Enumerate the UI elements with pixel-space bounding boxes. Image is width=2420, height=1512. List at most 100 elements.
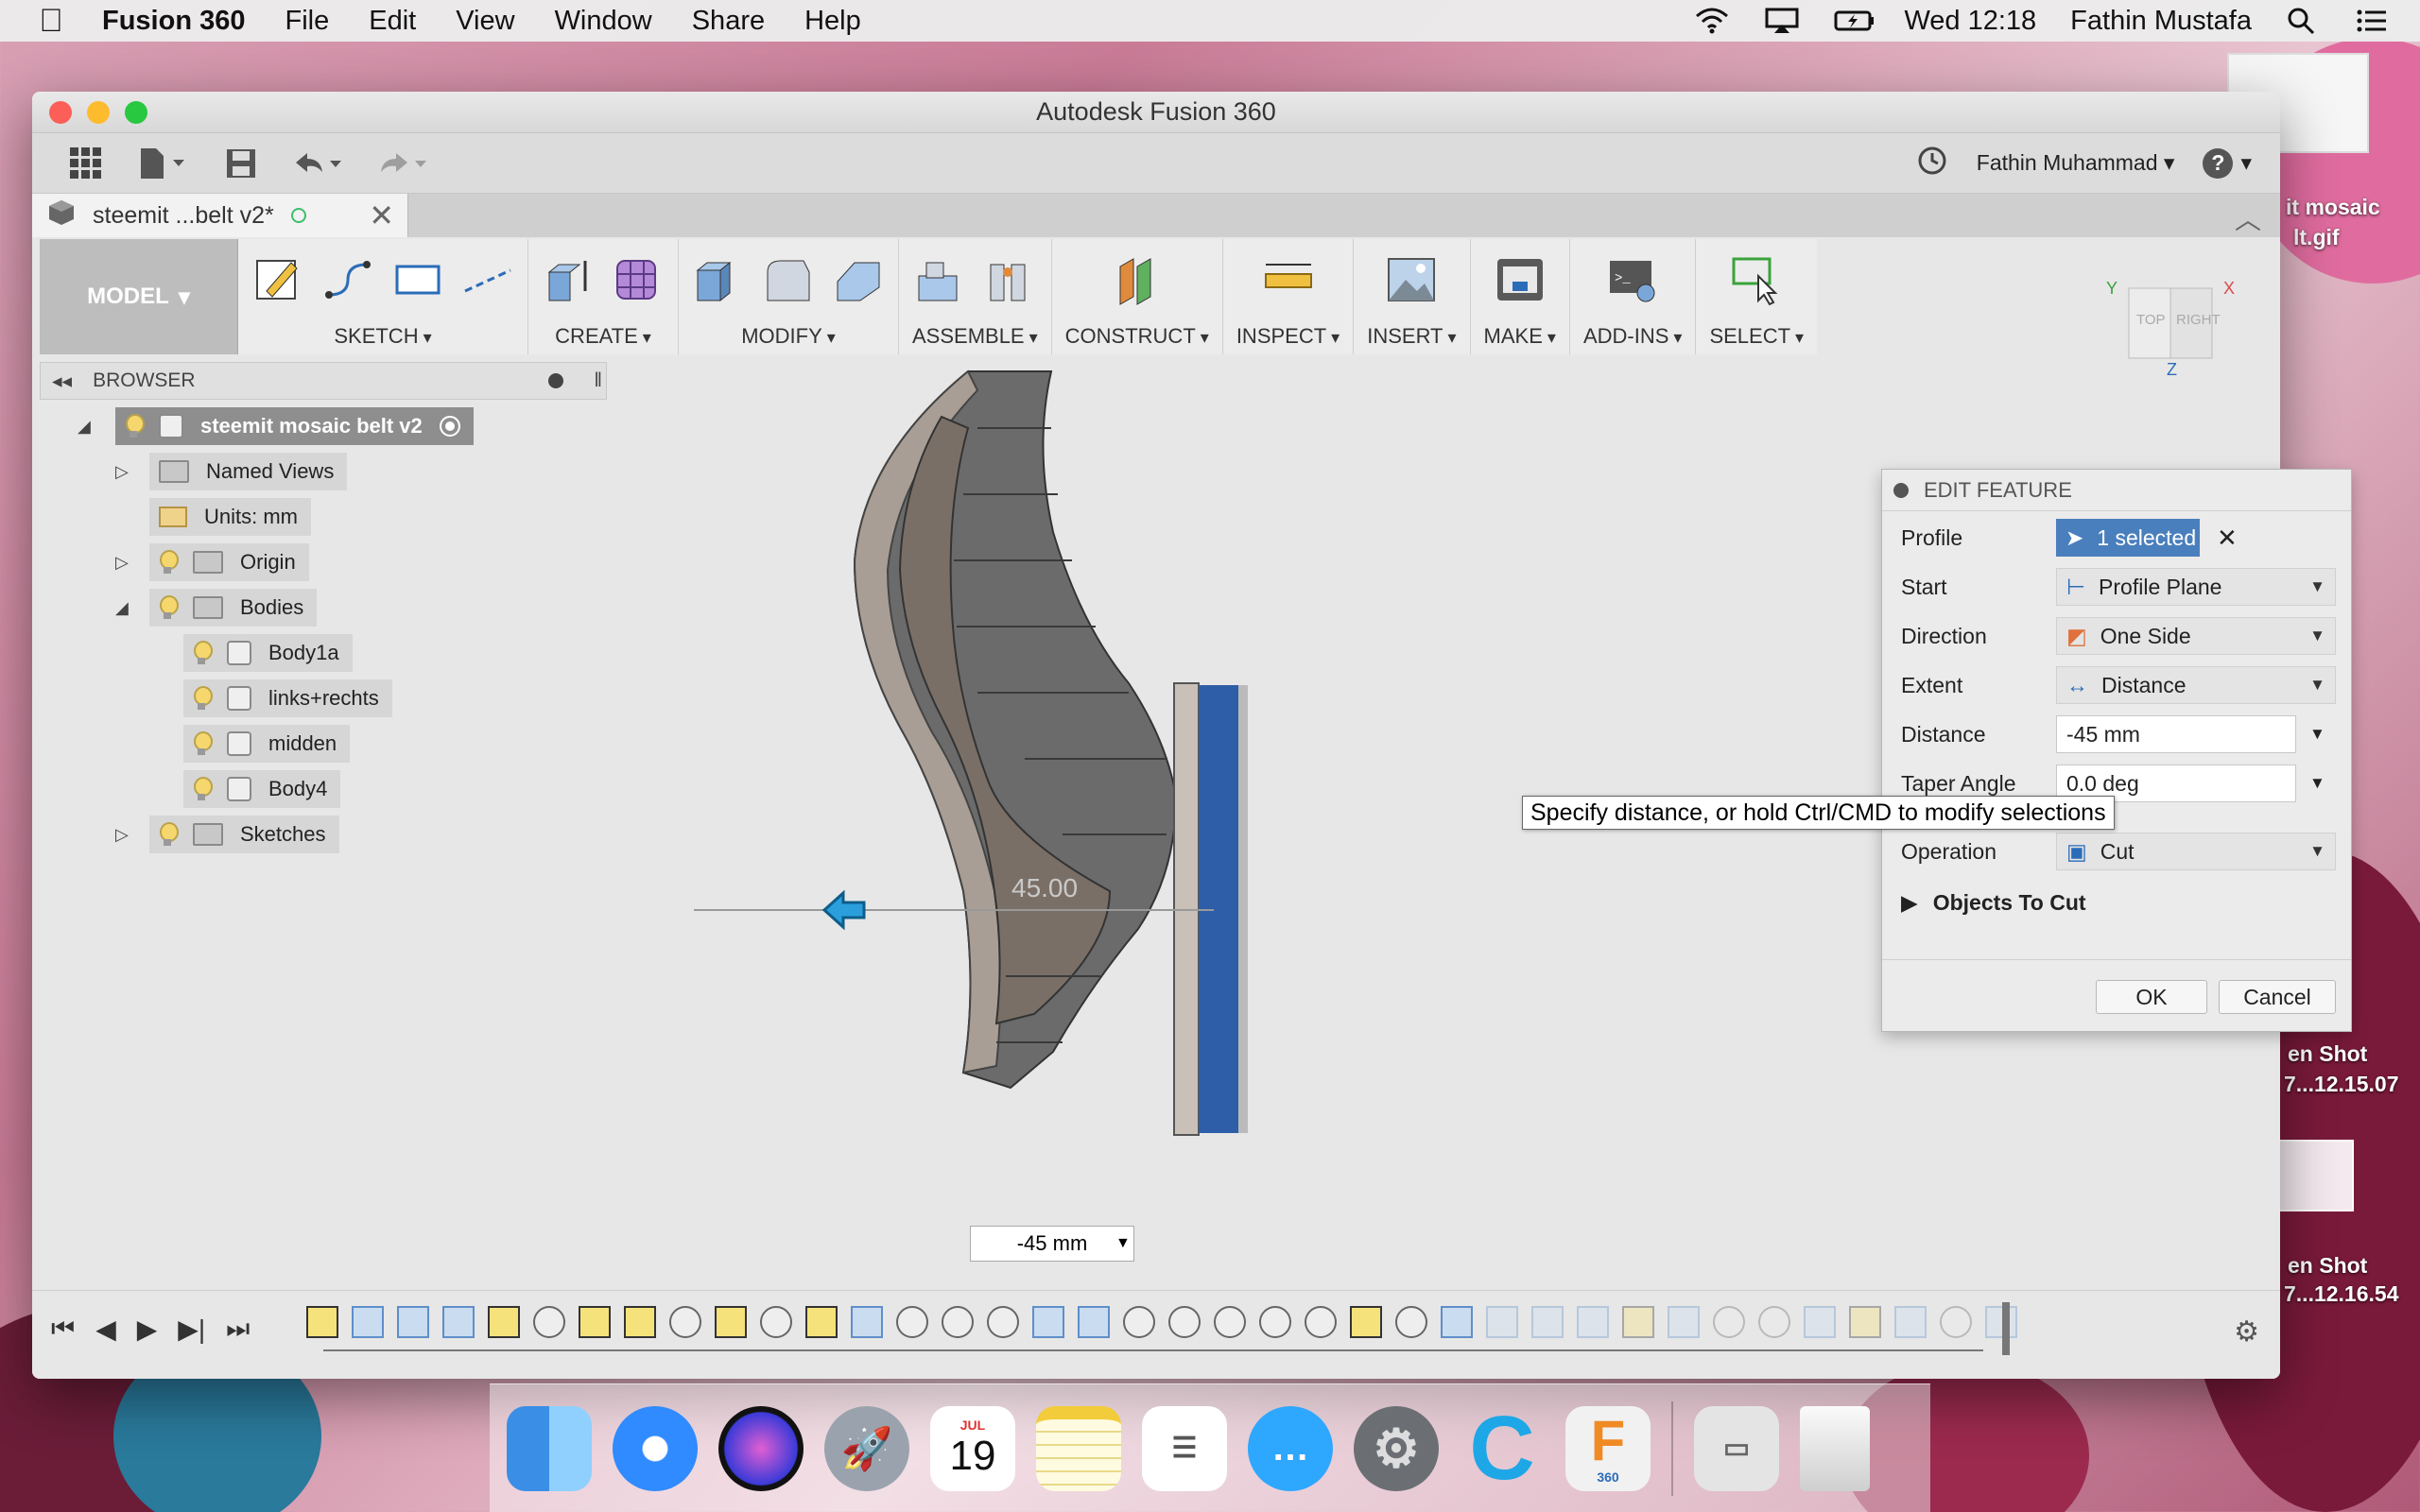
data-panel-grid-icon[interactable] xyxy=(51,140,121,187)
window-maximize-button[interactable] xyxy=(125,100,147,124)
browser-header[interactable]: ◂◂ BROWSER ‖ xyxy=(40,362,607,400)
timeline-move-feature[interactable] xyxy=(987,1306,1019,1338)
desktop-file-thumbnail[interactable] xyxy=(2278,1140,2354,1211)
reminders-icon[interactable]: ☰ xyxy=(1142,1405,1227,1491)
tree-node-body[interactable]: links+rechts xyxy=(183,679,392,717)
timeline-extrude-feature[interactable] xyxy=(1078,1306,1110,1338)
timeline-sketch-feature[interactable] xyxy=(306,1306,338,1338)
messages-icon[interactable]: … xyxy=(1248,1405,1333,1491)
menubar-app-name[interactable]: Fusion 360 xyxy=(102,6,246,37)
expander-expanded-icon[interactable]: ◢ xyxy=(115,598,129,618)
wifi-icon[interactable] xyxy=(1694,7,1730,35)
collapse-chevron-icon[interactable]: ︿ xyxy=(2235,199,2261,237)
calendar-icon[interactable]: JUL 19 xyxy=(930,1405,1015,1491)
timeline-suppressed-feature[interactable] xyxy=(1804,1306,1836,1338)
timeline-move-feature[interactable] xyxy=(1214,1306,1246,1338)
timeline-extrude-feature[interactable] xyxy=(442,1306,475,1338)
job-status-clock-icon[interactable] xyxy=(1916,145,1948,182)
select-menu[interactable]: SELECT xyxy=(1709,324,1804,349)
timeline-first-icon[interactable]: ⏮ xyxy=(51,1314,75,1345)
add-ins-menu[interactable]: ADD-INS xyxy=(1583,324,1683,349)
browser-resize-handle[interactable]: ‖ xyxy=(594,369,602,392)
spotlight-search-icon[interactable] xyxy=(2286,7,2322,35)
timeline-last-icon[interactable]: ⏭ xyxy=(226,1314,250,1345)
undo-icon[interactable] xyxy=(276,140,361,187)
desktop-file-label[interactable]: 7...12.16.54 xyxy=(2284,1281,2399,1307)
timeline-sketch-feature[interactable] xyxy=(1350,1306,1382,1338)
offset-plane-icon[interactable] xyxy=(1111,253,1164,306)
timeline-suppressed-feature[interactable] xyxy=(1713,1306,1745,1338)
apple-icon[interactable]:  xyxy=(0,3,102,40)
workspace-switcher[interactable]: MODEL ▾ xyxy=(40,239,238,354)
timeline-extrude-feature[interactable] xyxy=(1441,1306,1473,1338)
distance-field[interactable]: -45 mm xyxy=(2056,715,2296,753)
finder-icon[interactable] xyxy=(507,1405,592,1491)
help-icon[interactable]: ? ▾ xyxy=(2203,147,2252,179)
form-icon[interactable] xyxy=(612,253,665,306)
spline-icon[interactable] xyxy=(321,253,374,306)
timeline-sketch-feature[interactable] xyxy=(805,1306,838,1338)
timeline-suppressed-feature[interactable] xyxy=(1577,1306,1609,1338)
close-tab-icon[interactable]: ✕ xyxy=(369,198,394,233)
expander-collapsed-icon[interactable]: ▷ xyxy=(115,553,129,573)
direction-dropdown[interactable]: ◩ One Side xyxy=(2056,617,2336,655)
timeline-sketch-feature[interactable] xyxy=(715,1306,747,1338)
timeline-move-feature[interactable] xyxy=(1259,1306,1291,1338)
expander-collapsed-icon[interactable]: ▷ xyxy=(115,462,129,482)
timeline-extrude-feature[interactable] xyxy=(851,1306,883,1338)
timeline-move-feature[interactable] xyxy=(1305,1306,1337,1338)
menu-help[interactable]: Help xyxy=(804,6,861,37)
tree-node-bodies[interactable]: Bodies xyxy=(149,589,318,627)
timeline-move-feature[interactable] xyxy=(760,1306,792,1338)
timeline-suppressed-feature[interactable] xyxy=(1849,1306,1881,1338)
safari-icon[interactable] xyxy=(613,1405,698,1491)
insert-image-icon[interactable] xyxy=(1385,253,1438,306)
timeline-suppressed-feature[interactable] xyxy=(1668,1306,1700,1338)
modify-menu[interactable]: MODIFY xyxy=(741,324,836,349)
tree-node-body[interactable]: midden xyxy=(183,725,351,763)
timeline-sketch-feature[interactable] xyxy=(579,1306,611,1338)
activate-component-icon[interactable] xyxy=(439,416,460,437)
downloads-stack-icon[interactable]: ▭ xyxy=(1694,1405,1779,1491)
timeline-suppressed-feature[interactable] xyxy=(1985,1306,2017,1338)
menubar-clock[interactable]: Wed 12:18 xyxy=(1904,6,2036,37)
siri-icon[interactable] xyxy=(718,1405,804,1491)
timeline-suppressed-feature[interactable] xyxy=(1486,1306,1518,1338)
distance-dropdown-icon[interactable]: ▼ xyxy=(1115,1235,1131,1252)
tree-node-named-views[interactable]: Named Views xyxy=(149,453,348,490)
c-app-icon[interactable]: C xyxy=(1460,1398,1545,1499)
assemble-menu[interactable]: ASSEMBLE xyxy=(912,324,1038,349)
3d-print-icon[interactable] xyxy=(1494,253,1547,306)
expander-expanded-icon[interactable]: ◢ xyxy=(78,417,91,437)
timeline-move-feature[interactable] xyxy=(1168,1306,1201,1338)
tree-node-sketches[interactable]: Sketches xyxy=(149,816,339,853)
timeline-play-icon[interactable]: ▶ xyxy=(137,1314,158,1345)
window-minimize-button[interactable] xyxy=(87,100,110,124)
launchpad-icon[interactable]: 🚀 xyxy=(824,1405,909,1491)
expander-collapsed-icon[interactable]: ▷ xyxy=(115,825,129,845)
timeline-suppressed-feature[interactable] xyxy=(1622,1306,1654,1338)
tree-node-origin[interactable]: Origin xyxy=(149,543,309,581)
battery-icon[interactable] xyxy=(1834,7,1875,35)
construction-line-icon[interactable] xyxy=(461,253,514,306)
visibility-bulb-icon[interactable] xyxy=(193,686,213,711)
airplay-icon[interactable] xyxy=(1764,7,1800,35)
menu-file[interactable]: File xyxy=(285,6,330,37)
window-close-button[interactable] xyxy=(49,100,72,124)
visibility-bulb-icon[interactable] xyxy=(159,595,179,620)
new-component-icon[interactable] xyxy=(913,253,966,306)
joint-icon[interactable] xyxy=(983,253,1036,306)
menu-edit[interactable]: Edit xyxy=(369,6,416,37)
viewcube[interactable]: Y X Z TOP RIGHT xyxy=(2100,266,2242,379)
start-dropdown[interactable]: ⊢ Profile Plane xyxy=(2056,568,2336,606)
make-menu[interactable]: MAKE xyxy=(1484,324,1556,349)
timeline-sketch-feature[interactable] xyxy=(488,1306,520,1338)
desktop-file-label[interactable]: it mosaic xyxy=(2286,195,2380,220)
timeline-settings-gear-icon[interactable]: ⚙ xyxy=(2234,1315,2259,1349)
chamfer-icon[interactable] xyxy=(832,253,885,306)
desktop-file-label[interactable]: en Shot xyxy=(2288,1253,2367,1279)
timeline-sketch-feature[interactable] xyxy=(624,1306,656,1338)
timeline-extrude-feature[interactable] xyxy=(1032,1306,1064,1338)
notification-center-icon[interactable] xyxy=(2356,7,2392,35)
timeline-move-feature[interactable] xyxy=(896,1306,928,1338)
